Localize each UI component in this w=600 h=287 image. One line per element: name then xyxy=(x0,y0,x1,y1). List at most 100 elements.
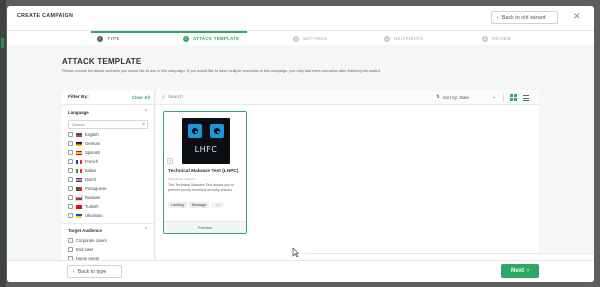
language-option-spanish[interactable]: Spanish xyxy=(68,149,100,156)
checkbox[interactable] xyxy=(68,141,73,146)
language-heading[interactable]: Language xyxy=(68,110,89,115)
list-view-icon[interactable] xyxy=(523,94,529,102)
next-label: Next xyxy=(510,268,524,274)
preview-button[interactable]: Preview xyxy=(164,221,246,233)
option-label: Ukrainian xyxy=(85,213,103,218)
clear-all-link[interactable]: Clear All xyxy=(132,95,150,100)
step-review[interactable]: 5 REVIEW xyxy=(482,31,511,46)
chevron-right-icon: › xyxy=(527,268,529,274)
card-title: Technical Malware Text (LHPC) xyxy=(168,169,239,174)
language-option-italian[interactable]: Italian xyxy=(68,167,96,174)
filter-panel: Filter By: Clear All Language ⌃ Search ⌕… xyxy=(62,90,155,265)
back-to-type-button[interactable]: ‹ Back to type xyxy=(67,265,122,278)
language-option-ukrainian[interactable]: Ukrainian xyxy=(68,212,103,219)
chevron-left-icon: ‹ xyxy=(497,14,499,21)
language-option-english[interactable]: English xyxy=(68,131,99,138)
card-date: 2024-04-12 16:22:01 xyxy=(168,177,196,181)
step-type[interactable]: ✓ TYPE xyxy=(97,31,120,46)
template-card[interactable]: LHFC 1 Technical Malware Text (LHPC) 202… xyxy=(163,111,247,234)
next-button[interactable]: Next › xyxy=(501,264,539,278)
checkbox[interactable] xyxy=(68,186,73,191)
back-to-old-wizard-button[interactable]: ‹ Back to old wizard xyxy=(491,11,558,24)
step-number-badge: 4 xyxy=(384,35,390,42)
template-search-input[interactable]: ⌕ Search xyxy=(162,94,183,101)
flag-de-icon xyxy=(76,141,82,146)
chevron-up-icon[interactable]: ⌃ xyxy=(144,227,148,233)
tag-message: Message xyxy=(188,202,210,208)
option-label: End User xyxy=(76,247,94,252)
option-label: Russian xyxy=(85,195,101,200)
card-tags: Landing Message Link xyxy=(168,202,224,208)
checkbox[interactable] xyxy=(68,159,73,164)
step-number-badge: 3 xyxy=(293,35,299,42)
flag-pt-icon xyxy=(76,186,82,191)
backdrop-sidebar xyxy=(0,0,6,287)
modal-footer: ‹ Back to type Next › xyxy=(7,260,594,282)
toolbar-divider xyxy=(503,93,504,102)
flag-it-icon xyxy=(76,168,82,173)
language-option-portuguese[interactable]: Portuguese xyxy=(68,185,106,192)
option-label: English xyxy=(85,132,99,137)
option-label: Italian xyxy=(85,168,97,173)
checkbox[interactable] xyxy=(68,132,73,137)
flag-fr-icon xyxy=(76,159,82,164)
flag-tr-icon xyxy=(76,204,82,209)
step-review-label: REVIEW xyxy=(492,36,512,41)
option-label: Turkish xyxy=(85,204,99,209)
checkbox[interactable] xyxy=(68,177,73,182)
option-label: Dutch xyxy=(85,177,96,182)
target-audience-heading[interactable]: Target Audience xyxy=(68,228,102,233)
chevron-left-icon: ‹ xyxy=(73,268,75,275)
step-attack-template[interactable]: 2 ATTACK TEMPLATE xyxy=(183,31,239,46)
language-option-russian[interactable]: Russian xyxy=(68,194,100,201)
step-recipients-label: RECIPIENTS xyxy=(394,36,424,41)
language-option-german[interactable]: German xyxy=(68,140,100,147)
checkbox[interactable] xyxy=(68,204,73,209)
template-thumbnail: LHFC xyxy=(182,118,230,164)
checkbox[interactable] xyxy=(68,238,73,243)
backdrop-indicator xyxy=(1,38,4,48)
audience-option-end-user[interactable]: End User xyxy=(68,246,93,253)
checkbox[interactable] xyxy=(68,247,73,252)
option-label: Portuguese xyxy=(85,186,107,191)
main-content: ATTACK TEMPLATE Please choose the attack… xyxy=(7,45,594,265)
step-number-badge: 5 xyxy=(482,35,488,42)
grid-view-icon[interactable] xyxy=(510,94,517,101)
next-row-placeholder xyxy=(305,253,594,260)
step-settings[interactable]: 3 SETTINGS xyxy=(293,31,327,46)
modal-title: CREATE CAMPAIGN xyxy=(17,13,74,19)
checkbox[interactable] xyxy=(68,150,73,155)
language-search-input[interactable]: Search ⌕ xyxy=(68,120,148,129)
step-recipients[interactable]: 4 RECIPIENTS xyxy=(384,31,423,46)
back-to-type-label: Back to type xyxy=(77,268,107,275)
language-option-french[interactable]: French xyxy=(68,158,98,165)
page-title: ATTACK TEMPLATE xyxy=(62,57,142,66)
section-divider xyxy=(62,223,155,224)
search-icon: ⌕ xyxy=(162,95,165,100)
step-attack-template-label: ATTACK TEMPLATE xyxy=(193,36,240,41)
language-option-dutch[interactable]: Dutch xyxy=(68,176,96,183)
checkbox[interactable] xyxy=(68,195,73,200)
thumbnail-text: LHFC xyxy=(194,145,218,154)
step-number-badge: 2 xyxy=(183,35,189,42)
language-option-turkish[interactable]: Turkish xyxy=(68,203,99,210)
flag-ua-icon xyxy=(76,213,82,218)
checkbox[interactable] xyxy=(68,168,73,173)
audience-option-corporate-users[interactable]: Corporate Users xyxy=(68,237,107,244)
template-results: ⌕ Search ⇅ Sort by: Date ⌄ LHFC 1 Techni… xyxy=(156,90,594,265)
chevron-up-icon[interactable]: ⌃ xyxy=(144,109,148,115)
chevron-down-icon: ⌄ xyxy=(492,94,496,99)
checkbox[interactable] xyxy=(68,213,73,218)
option-label: French xyxy=(85,159,99,164)
sort-dropdown[interactable]: ⇅ Sort by: Date ⌄ xyxy=(436,94,496,100)
close-icon[interactable]: ✕ xyxy=(573,10,581,22)
option-label: Corporate Users xyxy=(76,238,107,243)
results-toolbar: ⌕ Search ⇅ Sort by: Date ⌄ xyxy=(156,90,539,105)
create-campaign-modal: CREATE CAMPAIGN ‹ Back to old wizard ✕ ✓… xyxy=(7,6,594,282)
mouse-cursor-icon xyxy=(292,248,299,257)
step-type-label: TYPE xyxy=(107,36,120,41)
flag-nl-icon xyxy=(76,177,82,182)
sort-label: Sort by: Date xyxy=(442,94,470,100)
filter-title: Filter By: xyxy=(68,95,89,100)
modal-header: CREATE CAMPAIGN ‹ Back to old wizard ✕ xyxy=(7,6,594,30)
